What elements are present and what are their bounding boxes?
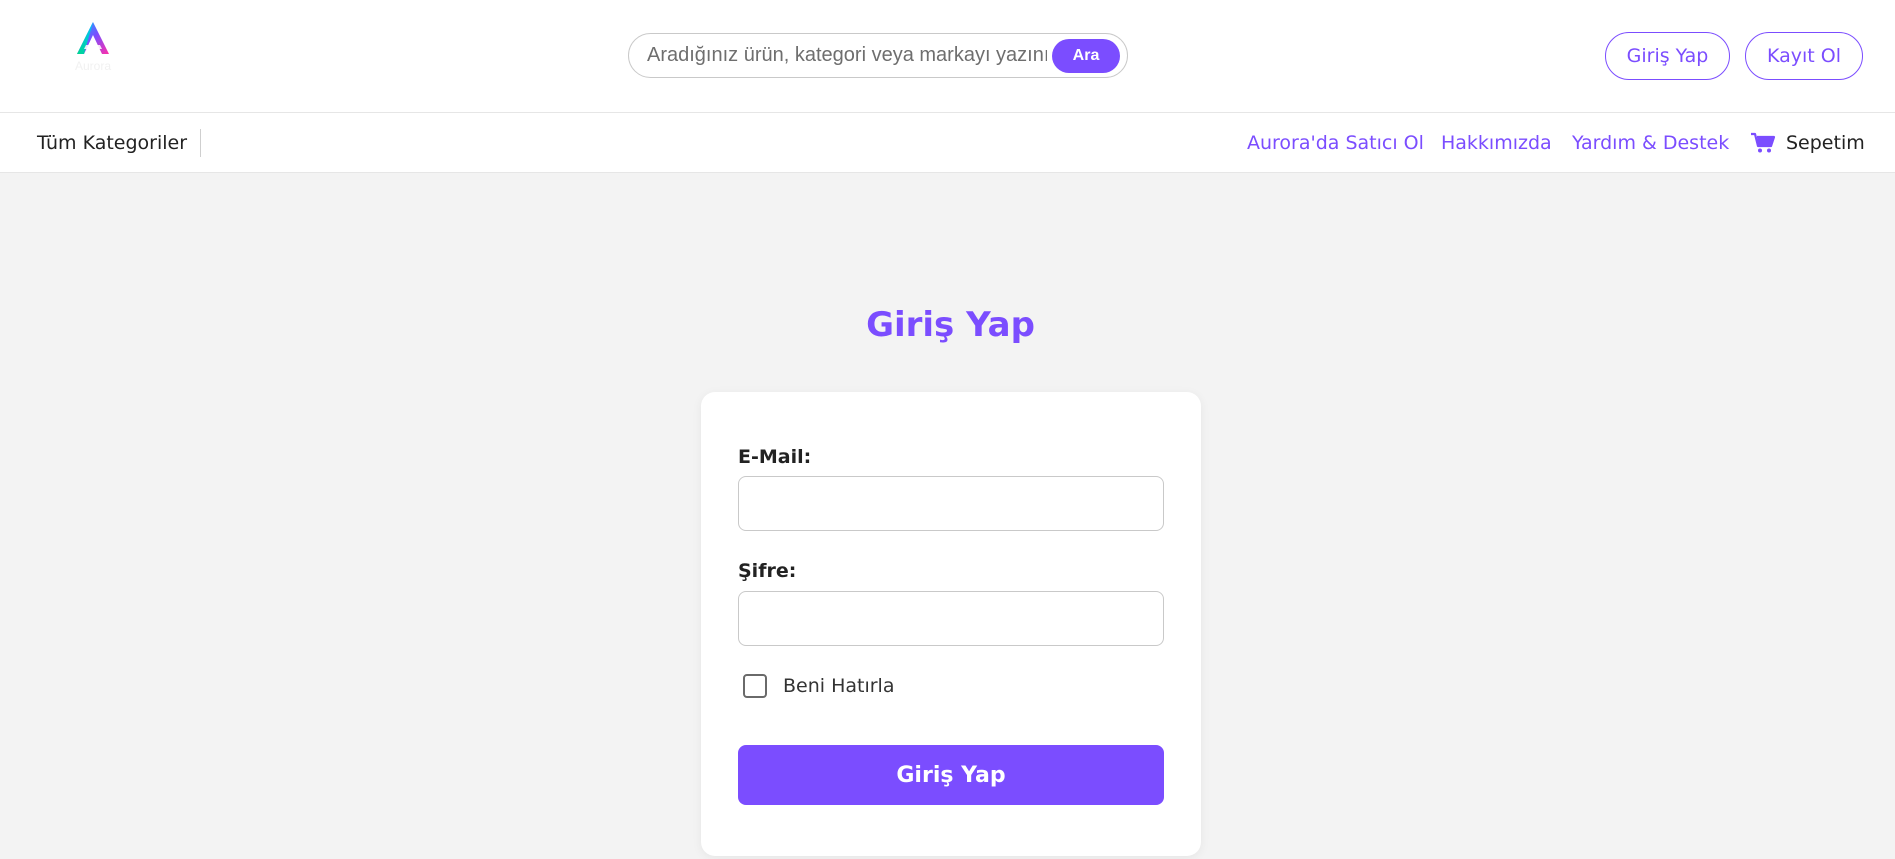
cart-icon: [1751, 132, 1776, 153]
email-field[interactable]: [738, 476, 1164, 531]
nav-bar: Tüm Kategoriler Aurora'da Satıcı Ol Hakk…: [0, 113, 1895, 173]
nav-link-become-seller[interactable]: Aurora'da Satıcı Ol: [1247, 113, 1424, 173]
cart-label: Sepetim: [1786, 132, 1865, 154]
search-button[interactable]: Ara: [1052, 39, 1120, 73]
brand-logo[interactable]: Aurora: [60, 18, 126, 78]
email-label: E-Mail:: [738, 446, 812, 468]
remember-me-label[interactable]: Beni Hatırla: [783, 675, 894, 697]
header-login-button[interactable]: Giriş Yap: [1605, 32, 1730, 80]
search-bar: Ara: [628, 33, 1128, 78]
page-title: Giriş Yap: [866, 305, 1035, 345]
remember-me: Beni Hatırla: [743, 673, 894, 699]
aurora-logo-icon: [77, 22, 109, 54]
all-categories-menu[interactable]: Tüm Kategoriler: [37, 113, 205, 173]
nav-link-about[interactable]: Hakkımızda: [1441, 113, 1552, 173]
brand-name: Aurora: [74, 59, 112, 73]
header-register-button[interactable]: Kayıt Ol: [1745, 32, 1863, 80]
top-header: Aurora Ara Giriş Yap Kayıt Ol: [0, 0, 1895, 113]
login-form: E-Mail: Şifre: Beni Hatırla Giriş Yap: [701, 392, 1201, 856]
password-field[interactable]: [738, 591, 1164, 646]
search-input[interactable]: [647, 34, 1047, 77]
password-label: Şifre:: [738, 560, 797, 582]
nav-link-help[interactable]: Yardım & Destek: [1572, 113, 1729, 173]
nav-divider: [200, 129, 201, 157]
cart-link[interactable]: Sepetim: [1750, 113, 1865, 173]
login-submit-button[interactable]: Giriş Yap: [738, 745, 1164, 805]
remember-me-checkbox[interactable]: [743, 674, 767, 698]
